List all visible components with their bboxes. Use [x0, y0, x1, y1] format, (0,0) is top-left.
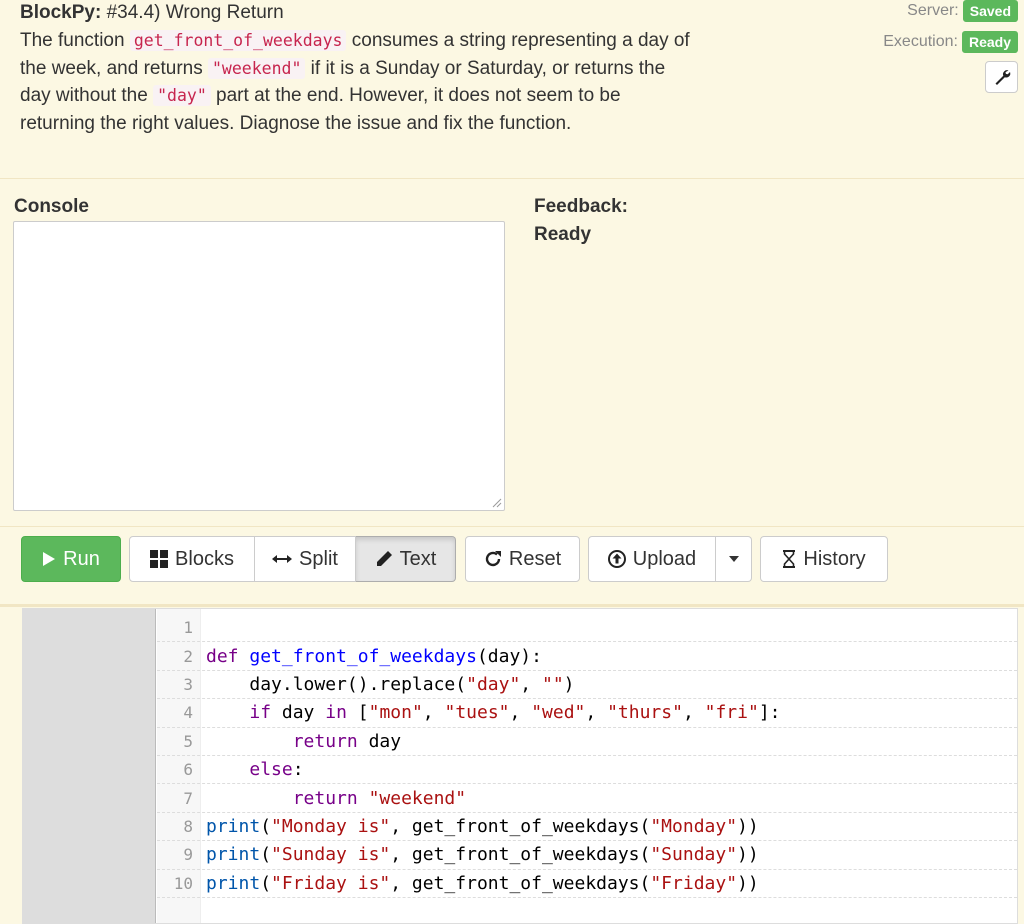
line-number: 7	[183, 788, 193, 808]
code-line[interactable]: 3 day.lower().replace("day", "")	[157, 671, 1017, 700]
server-status-badge: Saved	[962, 0, 1018, 22]
blocks-icon	[150, 550, 169, 568]
line-number: 6	[183, 760, 193, 780]
server-status: Server: Saved	[907, 0, 1018, 22]
line-number: 2	[183, 646, 193, 666]
play-icon	[42, 551, 56, 567]
wrench-icon	[995, 70, 1010, 85]
settings-button[interactable]	[985, 61, 1018, 93]
code-line[interactable]: 2 def get_front_of_weekdays(day):	[157, 642, 1017, 671]
feedback-text: Ready	[534, 224, 592, 245]
console-output[interactable]	[13, 221, 505, 511]
upload-dropdown-toggle[interactable]	[716, 536, 752, 582]
upload-button[interactable]: Upload	[588, 536, 716, 582]
line-number: 5	[183, 731, 193, 751]
text-mode-button[interactable]: Text	[356, 536, 456, 582]
inline-code: "weekend"	[208, 57, 306, 79]
editor-side-gutter	[23, 609, 156, 923]
execution-status: Execution: Ready	[883, 31, 1018, 53]
divider	[0, 526, 1024, 527]
server-label: Server:	[907, 2, 959, 19]
blocks-mode-button[interactable]: Blocks	[129, 536, 255, 582]
code-lines[interactable]: 1 2 def get_front_of_weekdays(day): 3 day…	[157, 614, 1017, 898]
resize-grip-icon[interactable]	[492, 498, 502, 508]
line-number: 9	[183, 845, 193, 865]
execution-label: Execution:	[883, 33, 958, 50]
divider	[0, 178, 1024, 179]
line-number: 4	[183, 703, 193, 723]
assignment-description: The function get_front_of_weekdays consu…	[20, 30, 690, 134]
code-line[interactable]: 6 else:	[157, 756, 1017, 785]
feedback-label: Feedback:	[534, 196, 628, 217]
code-line[interactable]: 7 return "weekend"	[157, 784, 1017, 813]
code-line[interactable]: 9 print("Sunday is", get_front_of_weekday…	[157, 841, 1017, 870]
run-button[interactable]: Run	[21, 536, 121, 582]
code-line[interactable]: 1	[157, 614, 1017, 643]
refresh-icon	[484, 550, 502, 568]
code-editor[interactable]: 1 2 def get_front_of_weekdays(day): 3 day…	[22, 608, 1018, 924]
code-line[interactable]: 4 if day in ["mon", "tues", "wed", "thur…	[157, 699, 1017, 728]
assignment-header: BlockPy: #34.4) Wrong Return The functio…	[0, 0, 1024, 178]
history-button[interactable]: History	[760, 536, 888, 582]
code-line[interactable]: 10 print("Friday is", get_front_of_weekda…	[157, 870, 1017, 898]
split-mode-button[interactable]: Split	[255, 536, 356, 582]
assignment-title: BlockPy: #34.4) Wrong Return	[20, 2, 284, 24]
line-number: 3	[183, 674, 193, 694]
line-number: 1	[183, 618, 193, 638]
console-label: Console	[14, 196, 89, 217]
line-number: 10	[173, 873, 193, 893]
code-line[interactable]: 8 print("Monday is", get_front_of_weekday…	[157, 813, 1017, 842]
code-line[interactable]: 5 return day	[157, 728, 1017, 756]
app-name: BlockPy:	[20, 2, 102, 23]
execution-status-badge: Ready	[961, 31, 1018, 53]
pencil-icon	[375, 550, 393, 568]
arrows-horizontal-icon	[272, 553, 293, 565]
caret-down-icon	[728, 556, 739, 562]
divider	[0, 604, 1024, 607]
hourglass-icon	[782, 550, 796, 568]
line-number: 8	[183, 816, 193, 836]
inline-code: "day"	[153, 85, 211, 106]
inline-code: get_front_of_weekdays	[129, 30, 347, 51]
assignment-name: #34.4) Wrong Return	[106, 2, 284, 23]
reset-button[interactable]: Reset	[465, 536, 580, 582]
upload-circle-icon	[607, 550, 626, 568]
